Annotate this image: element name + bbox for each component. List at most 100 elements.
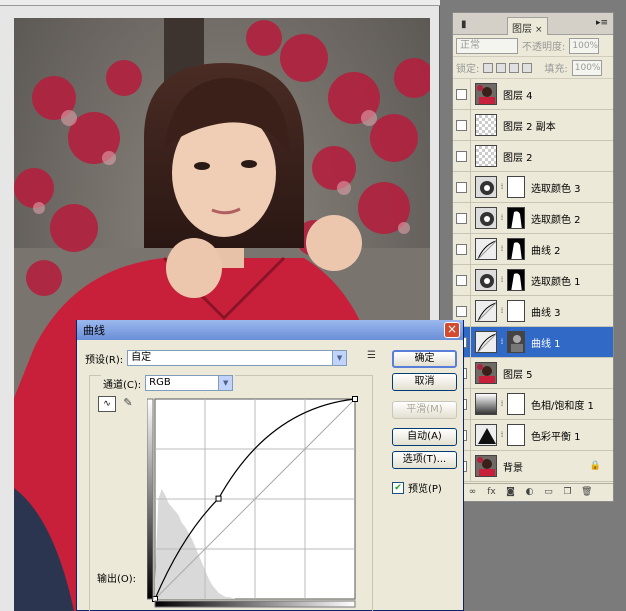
lock-position-icon[interactable]: [509, 62, 520, 73]
auto-button[interactable]: 自动(A): [392, 428, 457, 446]
ok-button[interactable]: 确定: [392, 350, 457, 368]
lock-pixels-icon[interactable]: [496, 62, 507, 73]
layer-mask-thumbnail[interactable]: [507, 393, 525, 415]
chevron-down-icon: ▼: [332, 351, 347, 365]
layer-thumbnail[interactable]: [475, 393, 497, 415]
preview-checkbox[interactable]: ✔: [392, 481, 404, 494]
smooth-button[interactable]: 平滑(M): [392, 401, 457, 419]
chain-link-icon[interactable]: ⁞: [498, 274, 506, 286]
visibility-toggle[interactable]: [453, 109, 471, 141]
channel-row: 通道(C): RGB ▼: [101, 375, 236, 391]
chain-link-icon[interactable]: ⁞: [498, 181, 506, 193]
layer-thumbnail[interactable]: [475, 145, 497, 167]
close-icon[interactable]: ×: [535, 25, 543, 35]
opacity-label: 不透明度:: [522, 42, 566, 53]
channel-dropdown[interactable]: RGB ▼: [145, 375, 234, 391]
chain-link-icon[interactable]: ⁞: [498, 336, 506, 348]
layer-name: 图层 2: [503, 152, 533, 164]
layer-row[interactable]: ⁞ 选取颜色 1: [453, 264, 613, 296]
layer-row[interactable]: 背景 🔒: [453, 450, 613, 482]
layer-thumbnail[interactable]: [475, 331, 497, 353]
opacity-input[interactable]: 100%: [569, 37, 600, 54]
window-edge: [618, 0, 626, 611]
layer-thumbnail[interactable]: [475, 269, 497, 291]
layer-row[interactable]: ⁞ 选取颜色 3: [453, 171, 613, 203]
panel-menu-icon[interactable]: ▸≡: [595, 17, 609, 29]
layer-thumbnail[interactable]: [475, 207, 497, 229]
blend-mode-select[interactable]: 正常: [456, 37, 518, 54]
panel-bottom-bar: ∞ fx ◙ ◐ ▭ ❐ 🗑: [453, 483, 613, 501]
layer-mask-thumbnail[interactable]: [507, 269, 525, 291]
options-button[interactable]: 选项(T)...: [392, 451, 457, 469]
curves-dialog: 曲线 × 预设(R): 自定 ▼ ☰ 通道(C): RGB ▼ ∿ ✎ 输出(O…: [76, 320, 464, 611]
layer-style-icon[interactable]: fx: [486, 487, 497, 498]
layer-row[interactable]: ⁞ 选取颜色 2: [453, 202, 613, 234]
layer-row[interactable]: ⁞ 色相/饱和度 1: [453, 388, 613, 420]
tab-channels-short[interactable]: ▮: [457, 17, 471, 35]
output-label: 输出(O):: [97, 574, 137, 585]
curve-graph[interactable]: [146, 395, 363, 611]
layer-mask-thumbnail[interactable]: [507, 207, 525, 229]
layer-row[interactable]: ⁞ 曲线 1: [453, 326, 613, 358]
tab-layers[interactable]: 图层 ×: [507, 17, 548, 35]
curve-point: [352, 396, 358, 402]
visibility-toggle[interactable]: [453, 140, 471, 172]
chain-link-icon[interactable]: ⁞: [498, 429, 506, 441]
layer-thumbnail[interactable]: [475, 424, 497, 446]
layer-name: 图层 4: [503, 90, 533, 102]
layer-thumbnail[interactable]: [475, 83, 497, 105]
layer-row[interactable]: ⁞ 色彩平衡 1: [453, 419, 613, 451]
output-gradient-bar: [146, 398, 154, 600]
new-group-icon[interactable]: ▭: [543, 487, 554, 498]
layer-thumbnail[interactable]: [475, 238, 497, 260]
preset-menu-icon[interactable]: ☰: [367, 350, 376, 361]
layer-thumbnail[interactable]: [475, 455, 497, 477]
tab-layers-label: 图层: [512, 24, 532, 35]
layer-row[interactable]: ⁞ 曲线 2: [453, 233, 613, 265]
chain-link-icon[interactable]: ⁞: [498, 212, 506, 224]
layer-thumbnail[interactable]: [475, 114, 497, 136]
link-layers-icon[interactable]: ∞: [467, 487, 478, 498]
layer-row[interactable]: 图层 5: [453, 357, 613, 389]
layer-thumbnail[interactable]: [475, 176, 497, 198]
layer-name: 选取颜色 3: [531, 183, 581, 195]
chain-link-icon[interactable]: ⁞: [498, 243, 506, 255]
lock-all-icon[interactable]: [522, 62, 533, 73]
visibility-toggle[interactable]: [453, 233, 471, 265]
visibility-toggle[interactable]: [453, 171, 471, 203]
new-layer-icon[interactable]: ❐: [562, 487, 573, 498]
pencil-tool-icon[interactable]: ✎: [121, 396, 135, 412]
layer-mask-thumbnail[interactable]: [507, 331, 525, 353]
layer-mask-thumbnail[interactable]: [507, 238, 525, 260]
add-mask-icon[interactable]: ◙: [505, 487, 516, 498]
visibility-toggle[interactable]: [453, 202, 471, 234]
layer-mask-thumbnail[interactable]: [507, 176, 525, 198]
layer-row[interactable]: 图层 2 副本: [453, 109, 613, 141]
layer-thumbnail[interactable]: [475, 362, 497, 384]
dialog-titlebar[interactable]: 曲线: [77, 320, 463, 340]
layer-row[interactable]: 图层 4: [453, 78, 613, 110]
cancel-button[interactable]: 取消: [392, 373, 457, 391]
layer-row[interactable]: 图层 2: [453, 140, 613, 172]
visibility-toggle[interactable]: [453, 78, 471, 110]
fill-input[interactable]: 100%: [571, 59, 602, 76]
adjustment-layer-icon[interactable]: ◐: [524, 487, 535, 498]
visibility-toggle[interactable]: [453, 264, 471, 296]
eye-icon: [456, 212, 467, 224]
layer-name: 背景: [503, 462, 523, 474]
eye-icon: [456, 305, 467, 317]
dialog-close-button[interactable]: ×: [444, 322, 460, 338]
delete-layer-icon[interactable]: 🗑: [581, 487, 592, 498]
preset-dropdown[interactable]: 自定 ▼: [127, 350, 348, 366]
layer-mask-thumbnail[interactable]: [507, 300, 525, 322]
lock-icons: [483, 62, 533, 73]
channel-label: 通道(C):: [103, 379, 142, 391]
layer-thumbnail[interactable]: [475, 300, 497, 322]
layer-mask-thumbnail[interactable]: [507, 424, 525, 446]
curve-tool-icon[interactable]: ∿: [98, 396, 116, 412]
lock-transparency-icon[interactable]: [483, 62, 494, 73]
chain-link-icon[interactable]: ⁞: [498, 398, 506, 410]
eye-icon: [456, 274, 467, 286]
layer-row[interactable]: ⁞ 曲线 3: [453, 295, 613, 327]
chain-link-icon[interactable]: ⁞: [498, 305, 506, 317]
